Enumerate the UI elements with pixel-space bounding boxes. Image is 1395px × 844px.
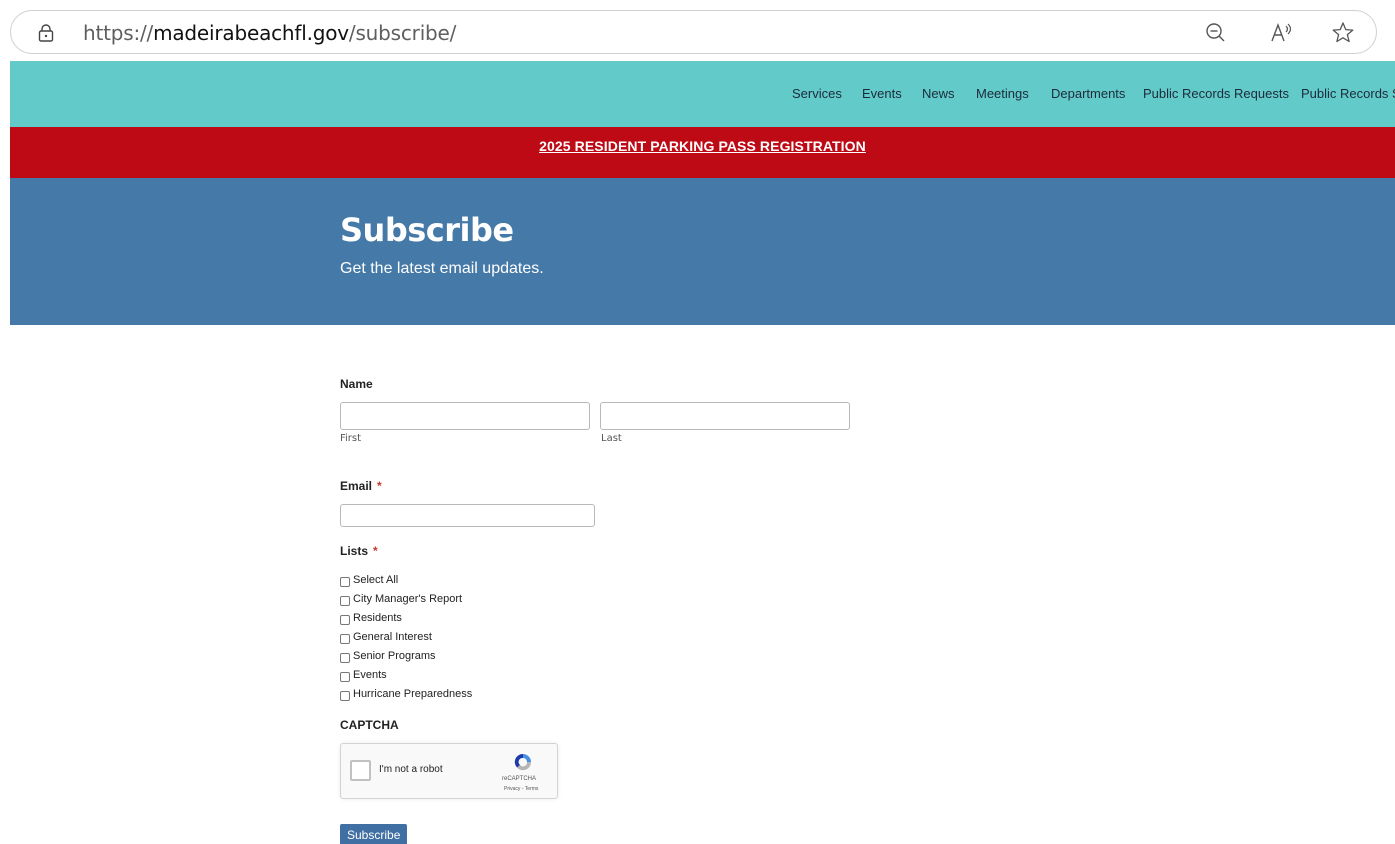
recaptcha-checkbox[interactable] bbox=[350, 760, 371, 781]
parking-pass-link[interactable]: 2025 RESIDENT PARKING PASS REGISTRATION bbox=[539, 138, 866, 154]
required-asterisk: * bbox=[377, 479, 382, 493]
list-option-label: Events bbox=[353, 669, 387, 681]
first-name-sublabel: First bbox=[340, 433, 362, 444]
email-field[interactable] bbox=[340, 504, 595, 527]
last-name-input[interactable] bbox=[600, 402, 850, 430]
list-option-residents[interactable]: Residents bbox=[340, 610, 402, 626]
nav-services[interactable]: Services bbox=[792, 86, 842, 101]
recaptcha-text: I'm not a robot bbox=[379, 764, 443, 775]
zoom-out-icon[interactable] bbox=[1203, 20, 1229, 46]
required-asterisk: * bbox=[373, 544, 378, 558]
list-option-events[interactable]: Events bbox=[340, 667, 387, 683]
list-option-hurricane-preparedness[interactable]: Hurricane Preparedness bbox=[340, 686, 472, 702]
recaptcha-brand: reCAPTCHA bbox=[502, 776, 537, 782]
name-label: Name bbox=[340, 377, 373, 391]
lists-label-text: Lists bbox=[340, 544, 369, 558]
list-option-select-all[interactable]: Select All bbox=[340, 572, 398, 588]
page-title: Subscribe bbox=[340, 211, 514, 249]
recaptcha-widget: I'm not a robot reCAPTCHA Privacy - Term… bbox=[340, 743, 558, 799]
email-label-text: Email bbox=[340, 479, 373, 493]
nav-public-records-requests[interactable]: Public Records Requests bbox=[1143, 86, 1289, 101]
checkbox[interactable] bbox=[340, 671, 350, 682]
nav-public-records-search[interactable]: Public Records Se bbox=[1301, 86, 1395, 101]
captcha-label: CAPTCHA bbox=[340, 718, 399, 732]
page-hero: Subscribe Get the latest email updates. bbox=[10, 178, 1395, 325]
url-path: /subscribe/ bbox=[348, 21, 457, 45]
nav-news[interactable]: News bbox=[922, 86, 955, 101]
lock-icon[interactable] bbox=[38, 24, 54, 42]
list-option-general-interest[interactable]: General Interest bbox=[340, 629, 432, 645]
list-option-label: Select All bbox=[353, 574, 399, 586]
alert-banner: 2025 RESIDENT PARKING PASS REGISTRATION bbox=[10, 127, 1395, 178]
lists-label: Lists * bbox=[340, 544, 378, 558]
nav-departments[interactable]: Departments bbox=[1051, 86, 1125, 101]
checkbox[interactable] bbox=[340, 652, 350, 663]
email-label: Email * bbox=[340, 479, 382, 493]
browser-toolbar: https://madeirabeachfl.gov/subscribe/ bbox=[0, 0, 1395, 61]
nav-meetings[interactable]: Meetings bbox=[976, 86, 1029, 101]
first-name-input[interactable] bbox=[340, 402, 590, 430]
list-option-label: Residents bbox=[353, 612, 402, 624]
read-aloud-icon[interactable] bbox=[1268, 20, 1294, 46]
favorite-star-icon[interactable] bbox=[1330, 20, 1356, 46]
checkbox[interactable] bbox=[340, 690, 350, 701]
url-scheme: https:// bbox=[83, 21, 154, 45]
page-subtitle: Get the latest email updates. bbox=[340, 260, 544, 277]
url-text[interactable]: https://madeirabeachfl.gov/subscribe/ bbox=[83, 21, 456, 45]
recaptcha-logo-icon bbox=[514, 753, 532, 771]
url-host: madeirabeachfl.gov bbox=[153, 21, 349, 45]
subscribe-button[interactable]: Subscribe bbox=[340, 824, 408, 844]
checkbox[interactable] bbox=[340, 576, 350, 587]
list-option-label: Hurricane Preparedness bbox=[353, 688, 473, 700]
checkbox[interactable] bbox=[340, 633, 350, 644]
recaptcha-terms-link[interactable]: Privacy - Terms bbox=[504, 786, 538, 792]
list-option-city-managers-report[interactable]: City Manager's Report bbox=[340, 591, 462, 607]
site-nav: Services Events News Meetings Department… bbox=[10, 61, 1395, 127]
list-option-label: City Manager's Report bbox=[353, 593, 463, 605]
nav-events[interactable]: Events bbox=[862, 86, 902, 101]
list-option-senior-programs[interactable]: Senior Programs bbox=[340, 648, 436, 664]
checkbox[interactable] bbox=[340, 595, 350, 606]
list-option-label: General Interest bbox=[353, 631, 432, 643]
checkbox[interactable] bbox=[340, 614, 350, 625]
list-option-label: Senior Programs bbox=[353, 650, 436, 662]
last-name-sublabel: Last bbox=[601, 433, 622, 444]
